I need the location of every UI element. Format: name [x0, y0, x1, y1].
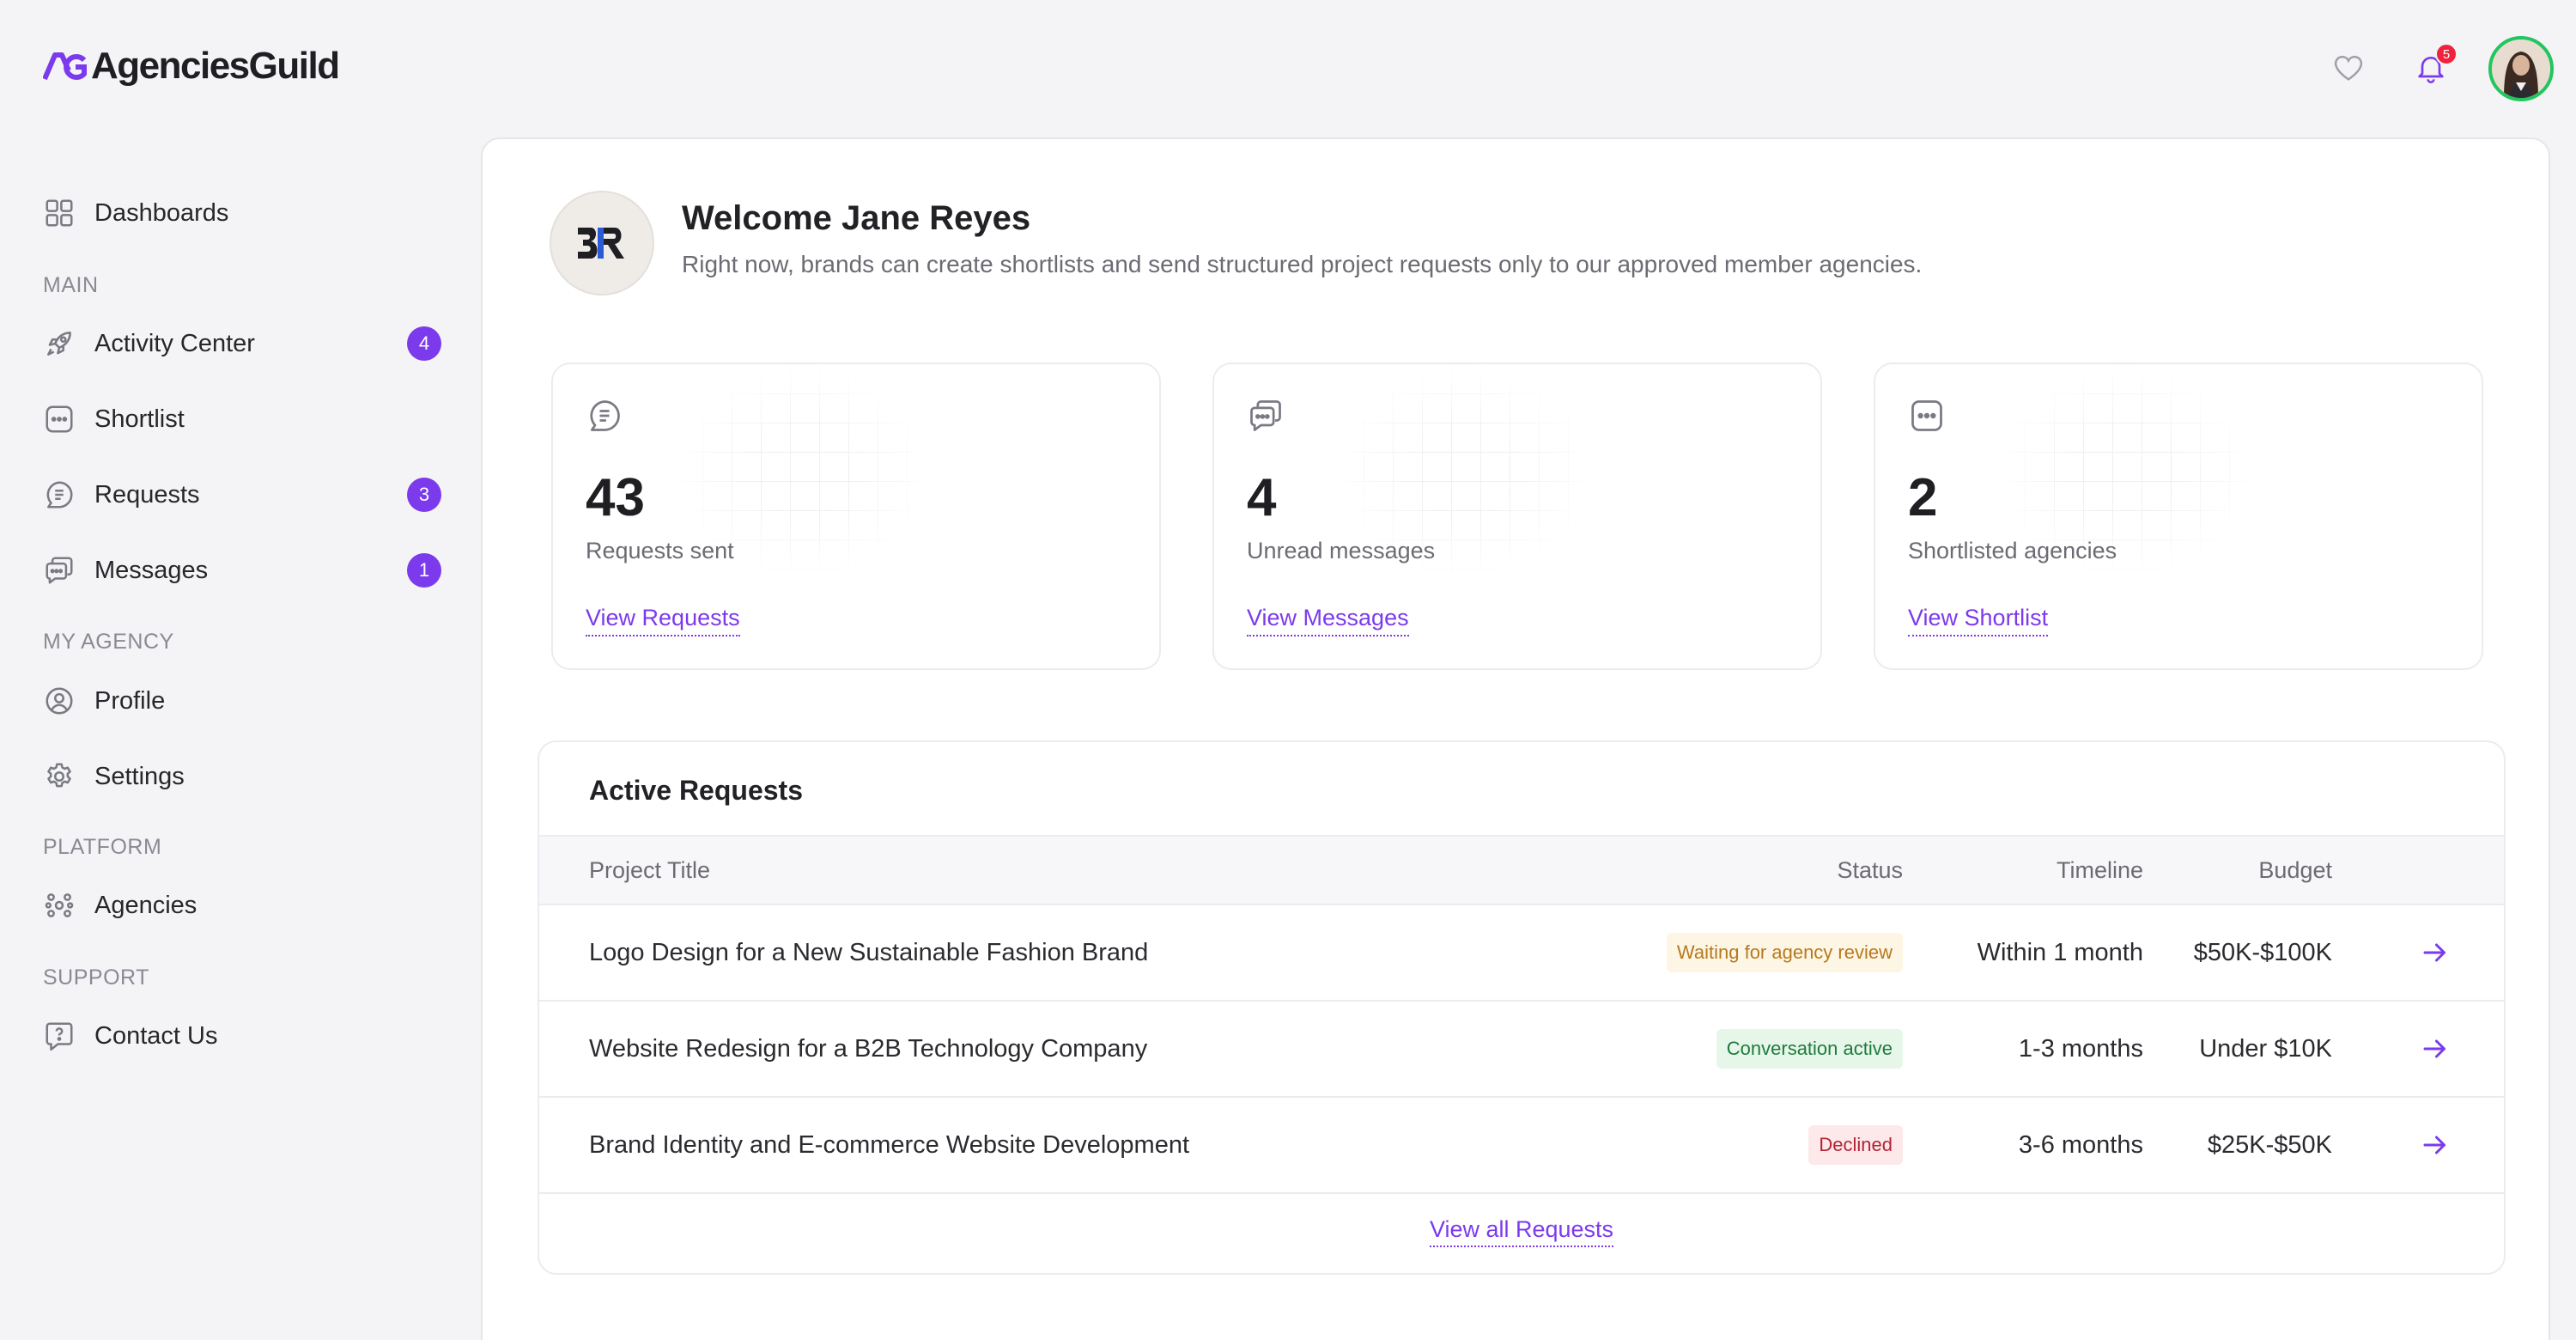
sidebar-item-label: Dashboards: [94, 198, 229, 227]
project-title: Logo Design for a New Sustainable Fashio…: [589, 938, 1149, 966]
heart-icon: [2334, 55, 2363, 81]
notifications-button[interactable]: 5: [2411, 43, 2458, 88]
count-badge: 1: [407, 553, 441, 588]
open-request-button[interactable]: [2420, 905, 2451, 1000]
stat-label: Shortlisted agencies: [1908, 538, 2117, 563]
sidebar-item-requests[interactable]: Requests 3: [41, 469, 441, 521]
table-row[interactable]: Website Redesign for a B2B Technology Co…: [539, 1002, 2504, 1098]
app-logo[interactable]: AgenciesGuild: [43, 45, 340, 88]
section-label-main: MAIN: [43, 273, 99, 297]
rocket-icon: [41, 326, 77, 362]
status-badge: Declined: [1808, 1125, 1903, 1165]
sidebar-item-dashboards[interactable]: Dashboards: [41, 187, 441, 239]
welcome-title: Welcome Jane Reyes: [682, 199, 1031, 237]
arrow-right-icon: [2423, 1039, 2445, 1058]
table-header: Project Title Status Timeline Budget: [539, 835, 2504, 905]
stat-card-requests: 43 Requests sent View Requests: [551, 362, 1161, 670]
view-requests-link[interactable]: View Requests: [586, 605, 740, 636]
sidebar-item-shortlist[interactable]: Shortlist: [41, 393, 441, 445]
sidebar-item-label: Messages: [94, 556, 209, 584]
app-name: AgenciesGuild: [91, 45, 340, 87]
column-header-budget: Budget: [2258, 856, 2332, 883]
sidebar-item-activity-center[interactable]: Activity Center 4: [41, 318, 441, 369]
sidebar-item-settings[interactable]: Settings: [41, 751, 441, 802]
stat-value: 43: [586, 468, 645, 527]
open-request-button[interactable]: [2420, 1002, 2451, 1096]
project-title: Brand Identity and E-commerce Website De…: [589, 1130, 1190, 1159]
stat-label: Unread messages: [1247, 538, 1436, 563]
messages-icon: [41, 552, 77, 588]
section-label-platform: PLATFORM: [43, 835, 162, 859]
budget-value: $50K-$100K: [2193, 938, 2332, 966]
document-bubble-icon: [41, 477, 77, 513]
table-row[interactable]: Brand Identity and E-commerce Website De…: [539, 1098, 2504, 1194]
column-header-timeline: Timeline: [2056, 856, 2143, 883]
main-panel: Welcome Jane Reyes Right now, brands can…: [481, 137, 2550, 1340]
timeline-value: 1-3 months: [2018, 1034, 2143, 1063]
help-bubble-icon: [41, 1018, 77, 1054]
stat-card-messages: 4 Unread messages View Messages: [1212, 362, 1822, 670]
column-header-project: Project Title: [589, 856, 711, 883]
budget-value: $25K-$50K: [2207, 1130, 2332, 1159]
sidebar-item-label: Contact Us: [94, 1021, 218, 1050]
stat-value: 2: [1908, 468, 1938, 527]
welcome-subtitle: Right now, brands can create shortlists …: [682, 251, 1923, 277]
sidebar-item-label: Activity Center: [94, 329, 255, 357]
users-icon: [41, 887, 77, 923]
status-cell: Conversation active: [1716, 1002, 1903, 1096]
status-cell: Waiting for agency review: [1666, 905, 1903, 1000]
notification-count-badge: 5: [2435, 43, 2458, 65]
sidebar-item-label: Profile: [94, 686, 166, 715]
chat-dots-icon: [41, 401, 77, 437]
user-avatar[interactable]: [2488, 36, 2554, 101]
status-badge: Conversation active: [1716, 1029, 1903, 1069]
budget-value: Under $10K: [2199, 1034, 2332, 1063]
timeline-value: Within 1 month: [1977, 938, 2143, 966]
sidebar-item-label: Requests: [94, 480, 200, 509]
sidebar-item-label: Shortlist: [94, 405, 185, 433]
section-title: Active Requests: [589, 775, 803, 806]
view-all-container: View all Requests: [539, 1216, 2504, 1247]
favorites-button[interactable]: [2329, 48, 2368, 88]
section-label-support: SUPPORT: [43, 965, 149, 990]
logo-mark-icon: [43, 52, 87, 81]
arrow-right-icon: [2423, 1136, 2445, 1154]
view-shortlist-link[interactable]: View Shortlist: [1908, 605, 2049, 636]
open-request-button[interactable]: [2420, 1098, 2451, 1192]
stat-label: Requests sent: [586, 538, 734, 563]
view-all-requests-link[interactable]: View all Requests: [1429, 1216, 1614, 1247]
sidebar-item-messages[interactable]: Messages 1: [41, 545, 441, 596]
sidebar: AgenciesGuild Dashboards MAIN Activity C…: [0, 0, 481, 1340]
user-circle-icon: [41, 683, 77, 719]
count-badge: 4: [407, 326, 441, 361]
user-photo: [2492, 40, 2550, 98]
status-badge: Waiting for agency review: [1666, 933, 1903, 972]
status-cell: Declined: [1808, 1098, 1903, 1192]
brand-logo-mark: [578, 228, 624, 259]
timeline-value: 3-6 months: [2018, 1130, 2143, 1159]
document-bubble-icon: [590, 400, 620, 431]
sidebar-item-agencies[interactable]: Agencies: [41, 880, 441, 931]
stat-value: 4: [1247, 468, 1277, 527]
sidebar-item-label: Settings: [94, 762, 185, 790]
arrow-right-icon: [2423, 943, 2445, 962]
column-header-status: Status: [1837, 856, 1903, 883]
sidebar-item-contact-us[interactable]: Contact Us: [41, 1010, 441, 1062]
sidebar-item-profile[interactable]: Profile: [41, 675, 441, 727]
table-row[interactable]: Logo Design for a New Sustainable Fashio…: [539, 905, 2504, 1002]
count-badge: 3: [407, 478, 441, 512]
stat-card-shortlist: 2 Shortlisted agencies View Shortlist: [1874, 362, 2483, 670]
messages-icon: [1250, 400, 1281, 431]
section-label-my-agency: MY AGENCY: [43, 630, 174, 654]
gear-icon: [41, 758, 77, 795]
active-requests-table: Active Requests Project Title Status Tim…: [538, 740, 2506, 1275]
grid-icon: [41, 195, 77, 231]
chat-dots-icon: [1911, 400, 1942, 431]
sidebar-item-label: Agencies: [94, 891, 197, 919]
project-title: Website Redesign for a B2B Technology Co…: [589, 1034, 1148, 1063]
view-messages-link[interactable]: View Messages: [1247, 605, 1409, 636]
brand-logo: [550, 191, 654, 295]
